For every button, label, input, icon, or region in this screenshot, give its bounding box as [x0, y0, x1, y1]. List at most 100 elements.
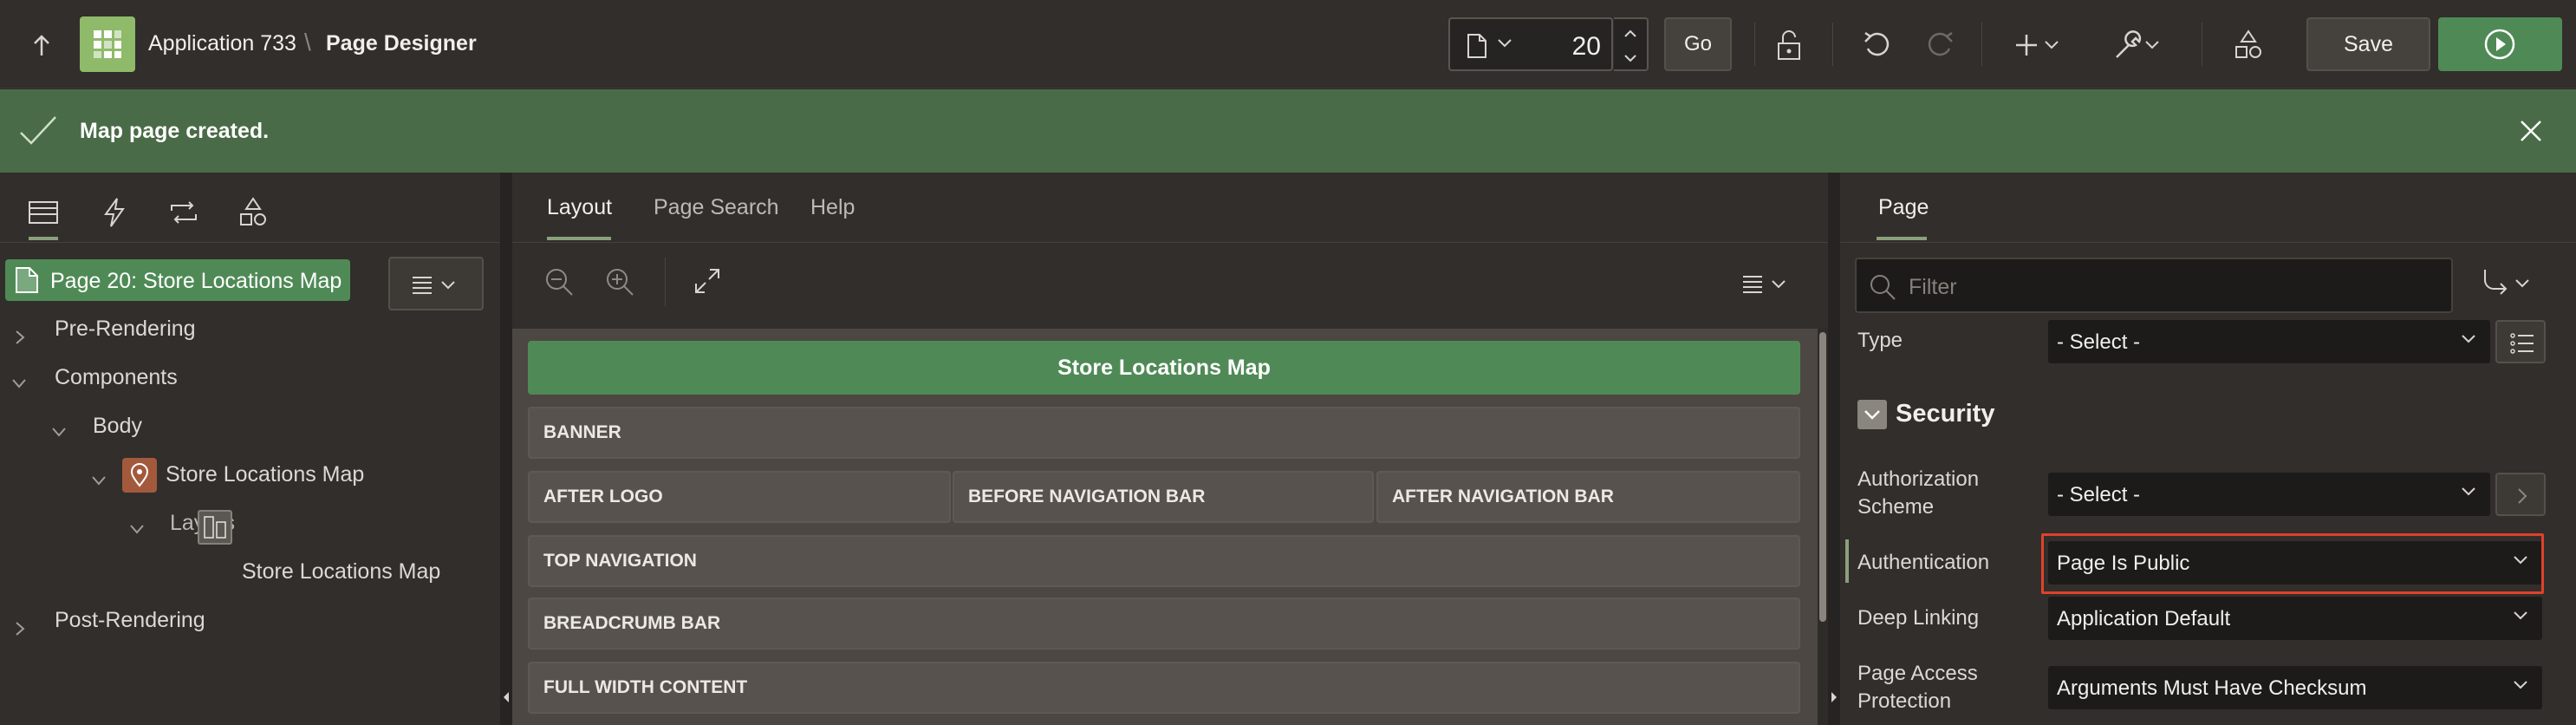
chevron-down-icon[interactable]	[10, 377, 28, 389]
up-arrow-icon[interactable]	[26, 29, 57, 61]
chevron-down-icon[interactable]	[128, 523, 146, 535]
slot-banner[interactable]: BANNER	[528, 407, 1800, 459]
list-of-values-button[interactable]	[2495, 320, 2546, 363]
tree-node-page[interactable]: Page 20: Store Locations Map	[5, 259, 350, 301]
layout-menu-icon[interactable]	[1741, 273, 1793, 294]
page-title: Page Designer	[326, 31, 477, 56]
go-button[interactable]: Go	[1664, 17, 1732, 71]
divider	[665, 258, 666, 306]
authorization-select-value: - Select -	[2057, 483, 2141, 506]
zoom-out-icon[interactable]	[543, 266, 575, 297]
page-number-stepper[interactable]	[1614, 17, 1649, 71]
slot-before-navigation-bar[interactable]: BEFORE NAVIGATION BAR	[953, 471, 1374, 523]
right-panel-splitter[interactable]	[1828, 173, 1840, 725]
page-access-protection-select[interactable]: Arguments Must Have Checksum	[2048, 666, 2542, 709]
tree-node-body[interactable]: Body	[93, 414, 142, 439]
collapse-right-icon	[1831, 692, 1837, 702]
zoom-in-icon[interactable]	[604, 266, 635, 297]
page-number-input[interactable]: 20	[1572, 32, 1601, 62]
chevron-right-icon[interactable]	[14, 329, 26, 346]
tab-page-search[interactable]: Page Search	[654, 195, 779, 220]
map-layer-icon	[198, 510, 232, 545]
chevron-down-icon	[2514, 681, 2527, 689]
deep-linking-select-value: Application Default	[2057, 607, 2231, 630]
chevron-right-icon	[2518, 488, 2527, 504]
tree-node-post-rendering[interactable]: Post-Rendering	[55, 608, 205, 633]
tab-page[interactable]: Page	[1878, 195, 1929, 220]
lock-page-icon[interactable]	[1773, 28, 1808, 62]
authorization-scheme-label: Authorization Scheme	[1857, 466, 1979, 521]
tree-node-label: Page 20: Store Locations Map	[50, 269, 342, 293]
document-icon	[1467, 34, 1486, 58]
undo-icon[interactable]	[1860, 28, 1895, 62]
tab-layout[interactable]: Layout	[547, 195, 612, 220]
checkmark-icon	[20, 116, 56, 145]
app-logo-icon[interactable]	[80, 16, 135, 72]
chevron-down-icon[interactable]	[90, 474, 107, 487]
breadcrumb-application[interactable]: Application 733	[148, 31, 296, 56]
region-store-locations-map[interactable]: Store Locations Map	[528, 341, 1800, 395]
collapse-left-icon	[504, 692, 509, 702]
security-section-title: Security	[1896, 400, 1995, 428]
tree-node-map-region[interactable]: Store Locations Map	[166, 462, 364, 487]
type-label: Type	[1857, 329, 1903, 352]
tab-divider	[512, 242, 1828, 243]
collapse-toggle-icon[interactable]	[1857, 400, 1887, 429]
create-menu-icon[interactable]	[2016, 28, 2065, 62]
shared-components-tab-icon[interactable]	[236, 195, 270, 230]
type-select[interactable]: - Select -	[2048, 320, 2490, 363]
tree-node-components[interactable]: Components	[55, 365, 178, 390]
slot-full-width-content[interactable]: FULL WIDTH CONTENT	[528, 662, 1800, 714]
success-banner: Map page created.	[0, 89, 2576, 173]
list-icon	[2510, 333, 2534, 354]
rendering-tree-panel: Page 20: Store Locations Map Pre-Renderi…	[0, 173, 500, 725]
chevron-right-icon[interactable]	[14, 620, 26, 637]
go-to-authorization-button[interactable]	[2495, 473, 2546, 516]
map-region-icon	[122, 458, 157, 493]
chevron-down-icon[interactable]	[50, 426, 68, 438]
slot-breadcrumb-bar[interactable]: BREADCRUMB BAR	[528, 598, 1800, 650]
go-to-group-icon[interactable]	[2482, 266, 2537, 301]
tab-divider	[0, 242, 500, 243]
filter-input[interactable]: Filter	[1855, 258, 2453, 313]
authentication-label: Authentication	[1857, 551, 1990, 574]
left-panel-splitter[interactable]	[500, 173, 512, 725]
top-header: Application 733 \ Page Designer 20 Go Sa…	[0, 0, 2576, 88]
save-button[interactable]: Save	[2306, 17, 2430, 71]
tab-divider	[1840, 242, 2576, 243]
slot-after-logo[interactable]: AFTER LOGO	[528, 471, 951, 523]
divider	[1832, 23, 1833, 66]
deep-linking-label: Deep Linking	[1857, 606, 1980, 630]
run-page-button[interactable]	[2438, 17, 2562, 71]
redo-icon[interactable]	[1922, 28, 1957, 62]
processing-tab-icon[interactable]	[166, 195, 201, 230]
slot-top-navigation[interactable]: TOP NAVIGATION	[528, 535, 1800, 587]
tree-menu-button[interactable]	[388, 257, 484, 310]
close-icon[interactable]	[2519, 119, 2543, 143]
chevron-up-icon	[1624, 29, 1636, 37]
page-selector[interactable]: 20	[1448, 17, 1613, 71]
tree-node-pre-rendering[interactable]: Pre-Rendering	[55, 317, 196, 342]
property-editor-panel: Page Filter Type - Select - Security Aut…	[1840, 173, 2576, 725]
deep-linking-select[interactable]: Application Default	[2048, 597, 2542, 640]
search-icon	[1870, 275, 1896, 300]
slot-after-navigation-bar[interactable]: AFTER NAVIGATION BAR	[1376, 471, 1800, 523]
tree-node-map-layer[interactable]: Store Locations Map	[242, 559, 440, 585]
page-access-select-value: Arguments Must Have Checksum	[2057, 676, 2367, 700]
label-line: Protection	[1857, 689, 1952, 713]
tab-help[interactable]: Help	[810, 195, 855, 220]
utilities-wrench-icon[interactable]	[2111, 28, 2163, 62]
shared-components-icon[interactable]	[2231, 28, 2266, 62]
active-tab-indicator	[29, 237, 58, 240]
scrollbar-thumb[interactable]	[1819, 332, 1826, 622]
divider	[1981, 23, 1982, 66]
active-tab-indicator	[1877, 237, 1927, 240]
layout-panel: Layout Page Search Help Store Locations …	[512, 173, 1828, 725]
authentication-highlight-box	[2041, 533, 2544, 594]
layout-scrollbar[interactable]	[1818, 329, 1828, 725]
authorization-scheme-select[interactable]: - Select -	[2048, 473, 2490, 516]
expand-icon[interactable]	[693, 266, 722, 296]
rendering-tab-icon[interactable]	[26, 195, 61, 230]
dynamic-actions-tab-icon[interactable]	[97, 195, 132, 230]
success-message: Map page created.	[80, 119, 270, 143]
